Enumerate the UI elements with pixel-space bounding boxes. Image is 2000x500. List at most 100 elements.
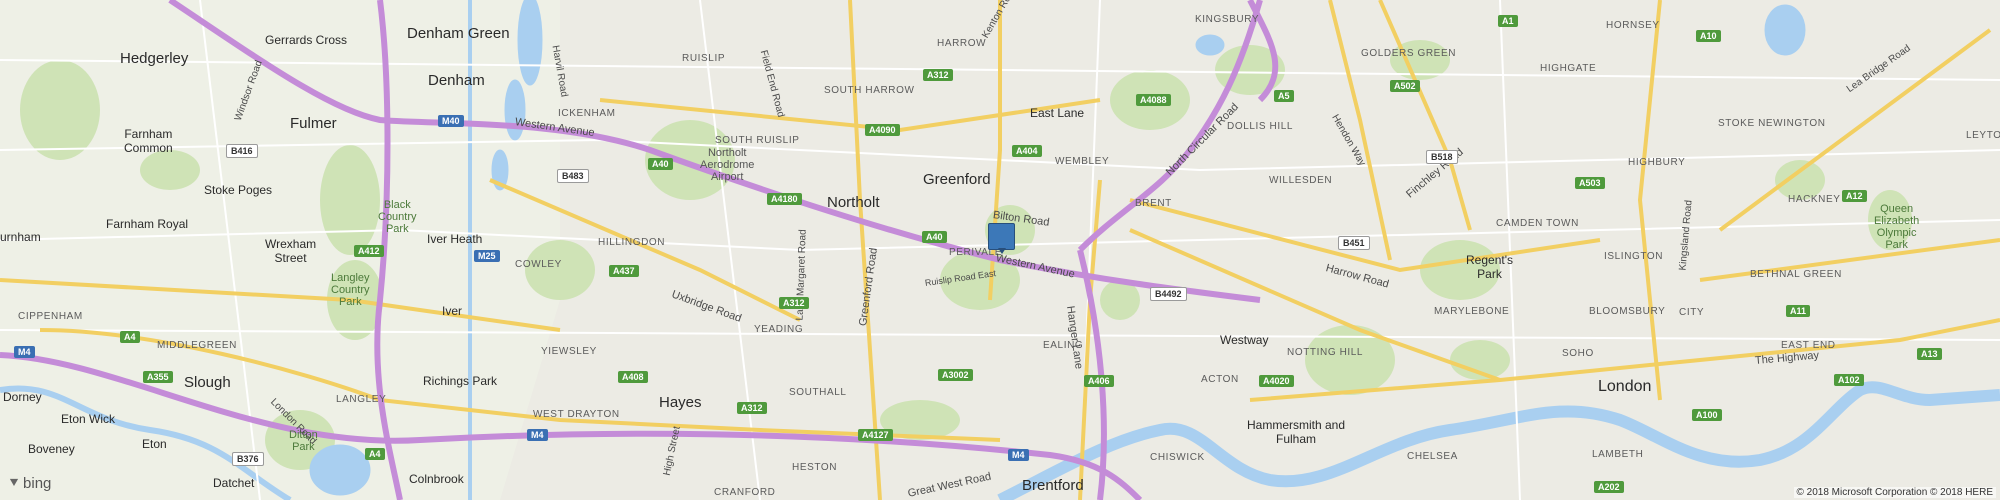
district-willesden: WILLESDEN <box>1269 175 1333 186</box>
shield-a4b: A4 <box>365 448 385 460</box>
district-cippenham: CIPPENHAM <box>18 311 83 322</box>
district-west-drayton: WEST DRAYTON <box>533 409 620 420</box>
district-chelsea: CHELSEA <box>1407 451 1458 462</box>
shield-a4090: A4090 <box>865 124 900 136</box>
place-regents-park: Regent's Park <box>1466 253 1513 281</box>
district-dollis-hill: DOLLIS HILL <box>1227 121 1294 132</box>
place-datchet: Datchet <box>213 476 255 490</box>
copyright-notice: © 2018 Microsoft Corporation © 2018 HERE <box>1793 487 1996 498</box>
place-richings-park: Richings Park <box>423 374 498 388</box>
place-eton: Eton <box>142 437 167 451</box>
district-southall: SOUTHALL <box>789 387 847 398</box>
shield-a4020: A4020 <box>1259 375 1294 387</box>
shield-a4a: A4 <box>120 331 140 343</box>
shield-a100: A100 <box>1692 409 1722 421</box>
place-eton-wick: Eton Wick <box>61 412 116 426</box>
district-yeading: YEADING <box>754 324 804 335</box>
place-hedgerley: Hedgerley <box>120 50 189 67</box>
place-hayes: Hayes <box>659 394 702 411</box>
shield-a40a: A40 <box>648 158 673 170</box>
shield-m40: M40 <box>438 115 464 127</box>
place-east-lane: East Lane <box>1030 106 1085 120</box>
shield-a1: A1 <box>1498 15 1518 27</box>
district-brent: BRENT <box>1135 198 1172 209</box>
district-stoke-newington: STOKE NEWINGTON <box>1718 118 1826 129</box>
district-highbury: HIGHBURY <box>1628 157 1686 168</box>
shield-a102: A102 <box>1834 374 1864 386</box>
shield-a312a: A312 <box>923 69 953 81</box>
map-canvas[interactable]: Denham Green Gerrards Cross Hedgerley De… <box>0 0 2000 500</box>
bing-logo: ⯆ bing <box>8 475 51 492</box>
district-notting-hill: NOTTING HILL <box>1287 347 1364 358</box>
shield-a3002: A3002 <box>938 369 973 381</box>
place-colnbrook: Colnbrook <box>409 472 464 486</box>
shield-a312c: A312 <box>737 402 767 414</box>
district-cowley: COWLEY <box>515 259 562 270</box>
place-wrexham-street: Wrexham Street <box>265 237 317 265</box>
place-greenford: Greenford <box>923 171 991 188</box>
district-hackney: HACKNEY <box>1788 194 1841 205</box>
location-pin-icon[interactable] <box>988 223 1015 254</box>
shield-a4180: A4180 <box>767 193 802 205</box>
shield-a408: A408 <box>618 371 648 383</box>
district-middlegreen: MIDDLEGREEN <box>157 340 237 351</box>
shield-m25: M25 <box>474 250 500 262</box>
district-leyton: LEYTON <box>1966 130 2000 141</box>
shield-b376: B376 <box>232 452 264 466</box>
place-london: London <box>1598 378 1652 395</box>
shield-a5a: A5 <box>1274 90 1294 102</box>
shield-a312b: A312 <box>779 297 809 309</box>
district-bloomsbury: BLOOMSBURY <box>1589 306 1666 317</box>
district-south-harrow: SOUTH HARROW <box>824 85 915 96</box>
shield-a355: A355 <box>143 371 173 383</box>
district-hillingdon: HILLINGDON <box>598 237 666 248</box>
place-urnham: urnham <box>0 230 41 244</box>
district-islington: ISLINGTON <box>1604 251 1664 262</box>
shield-a404: A404 <box>1012 145 1042 157</box>
shield-a4088: A4088 <box>1136 94 1171 106</box>
district-golders-green: GOLDERS GREEN <box>1361 48 1457 59</box>
shield-a406: A406 <box>1084 375 1114 387</box>
place-stoke-poges: Stoke Poges <box>204 183 273 197</box>
district-langley: LANGLEY <box>336 394 387 405</box>
bing-logo-text: bing <box>23 475 52 492</box>
district-highgate: HIGHGATE <box>1540 63 1597 74</box>
district-ickenham: ICKENHAM <box>558 108 616 119</box>
place-westway: Westway <box>1220 333 1269 347</box>
place-denham-green: Denham Green <box>407 25 510 42</box>
shield-b416: B416 <box>226 144 258 158</box>
park-queen-elizabeth: Queen Elizabeth Olympic Park <box>1874 203 1920 251</box>
district-camden-town: CAMDEN TOWN <box>1496 218 1579 229</box>
shield-a202: A202 <box>1594 481 1624 493</box>
place-boveney: Boveney <box>28 442 75 456</box>
place-fulmer: Fulmer <box>290 115 337 132</box>
shield-b4492: B4492 <box>1150 287 1187 301</box>
place-farnham-royal: Farnham Royal <box>106 217 189 231</box>
district-wembley: WEMBLEY <box>1055 156 1110 167</box>
district-bethnal-green: BETHNAL GREEN <box>1750 269 1842 280</box>
district-hornsey: HORNSEY <box>1606 20 1660 31</box>
place-northolt-aerodrome: Northolt Aerodrome Airport <box>700 147 755 183</box>
shield-b451: B451 <box>1338 236 1370 250</box>
place-iver-heath: Iver Heath <box>427 232 483 246</box>
shield-a412: A412 <box>354 245 384 257</box>
shield-m4b: M4 <box>527 429 548 441</box>
district-marylebone: MARYLEBONE <box>1434 306 1510 317</box>
district-harrow: HARROW <box>937 38 987 49</box>
district-cranford: CRANFORD <box>714 487 776 498</box>
shield-a502: A502 <box>1390 80 1420 92</box>
bing-logo-icon: ⯆ <box>8 475 21 492</box>
district-acton: ACTON <box>1201 374 1239 385</box>
district-kingsbury: KINGSBURY <box>1195 14 1260 25</box>
place-dorney: Dorney <box>3 390 42 404</box>
shield-a4127: A4127 <box>858 429 893 441</box>
district-city: CITY <box>1679 307 1705 318</box>
place-gerrards-cross: Gerrards Cross <box>265 33 348 47</box>
place-slough: Slough <box>184 374 231 391</box>
district-soho: SOHO <box>1562 348 1594 359</box>
place-hammersmith: Hammersmith and Fulham <box>1247 418 1346 446</box>
district-heston: HESTON <box>792 462 838 473</box>
district-ruislip: RUISLIP <box>682 53 726 64</box>
park-black-country: Black Country Park <box>378 199 417 235</box>
place-farnham-common: Farnham Common <box>124 127 173 155</box>
